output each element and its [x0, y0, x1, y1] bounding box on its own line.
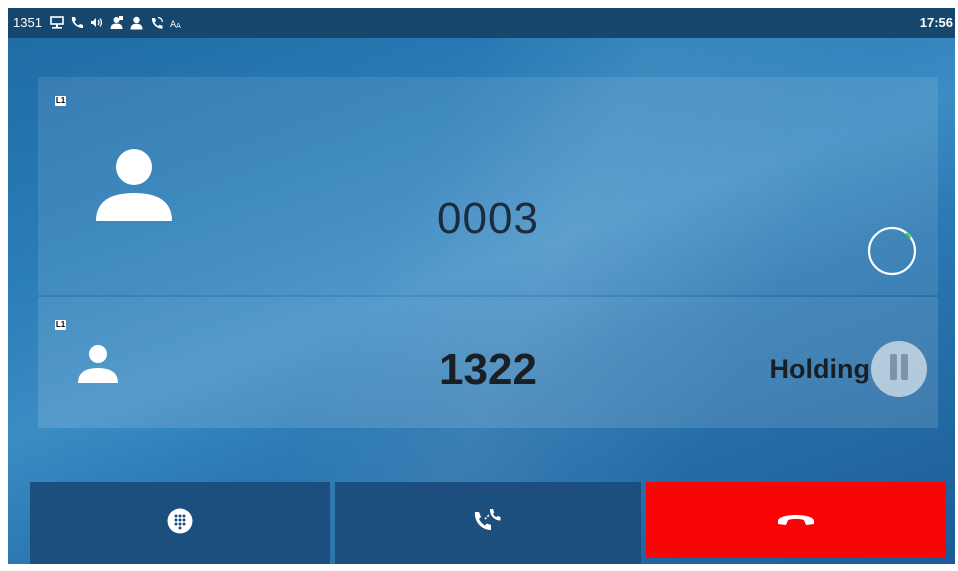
dialpad-icon — [167, 508, 193, 539]
active-call-card[interactable]: L1 0003 — [38, 77, 938, 295]
softkey-bar — [8, 482, 955, 564]
status-bar-left: 1351 AA — [13, 15, 184, 30]
held-call-card[interactable]: L1 1322 Holding — [38, 297, 938, 428]
svg-text:A: A — [176, 22, 181, 29]
end-call-icon — [776, 509, 816, 532]
font-icon: AA — [170, 16, 184, 30]
transfer-icon — [472, 506, 504, 541]
clock: 17:56 — [919, 15, 953, 30]
extension-number: 1351 — [13, 15, 42, 30]
resume-button[interactable] — [871, 341, 927, 397]
pause-icon — [886, 353, 912, 386]
dialing-ring-icon — [866, 225, 918, 277]
volume-icon — [90, 16, 104, 30]
voicemail-icon — [150, 16, 164, 30]
end-call-button[interactable] — [646, 482, 946, 558]
phone-icon — [70, 16, 84, 30]
user-icon — [130, 16, 144, 30]
line-badge: L1 — [55, 96, 66, 106]
network-icon — [50, 16, 64, 30]
holding-status-label: Holding — [769, 354, 870, 384]
call-number: 0003 — [437, 194, 539, 243]
status-bar: 1351 AA 17:56 — [8, 8, 955, 38]
dialpad-button[interactable] — [30, 482, 330, 564]
contact-icon — [110, 15, 124, 30]
transfer-button[interactable] — [335, 482, 641, 564]
line-badge: L1 — [55, 320, 66, 330]
phone-screen: 1351 AA 17:56 L1 0003 L1 1322 Holding — [8, 8, 955, 564]
